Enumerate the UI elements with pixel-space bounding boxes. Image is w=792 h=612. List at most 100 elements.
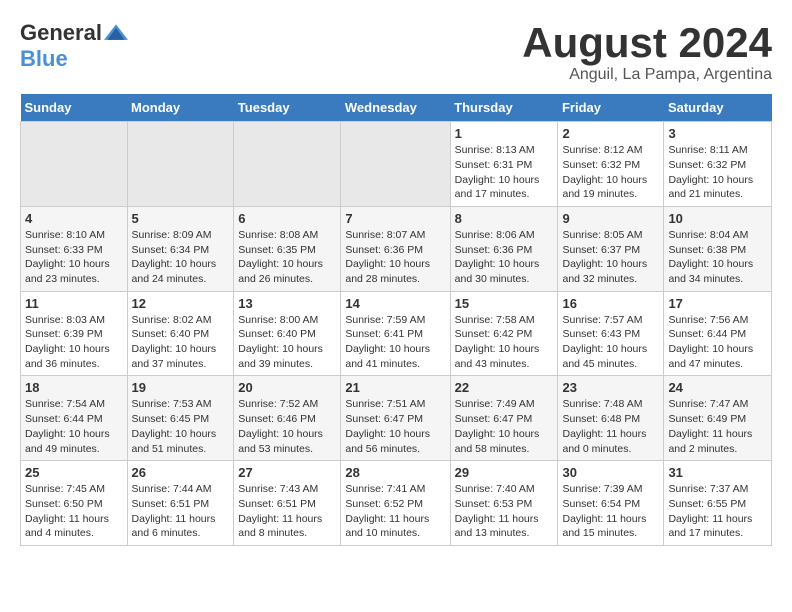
col-saturday: Saturday: [664, 94, 772, 122]
table-row: 23 Sunrise: 7:48 AM Sunset: 6:48 PM Dayli…: [558, 376, 664, 461]
day-number: 19: [132, 380, 230, 395]
day-detail: Sunrise: 7:43 AM Sunset: 6:51 PM Dayligh…: [238, 482, 336, 541]
table-row: 1Sunrise: 8:13 AM Sunset: 6:31 PM Daylig…: [450, 122, 558, 207]
calendar-table: Sunday Monday Tuesday Wednesday Thursday…: [20, 94, 772, 546]
logo: General Blue: [20, 20, 128, 72]
day-detail: Sunrise: 7:41 AM Sunset: 6:52 PM Dayligh…: [345, 482, 445, 541]
day-detail: Sunrise: 8:03 AM Sunset: 6:39 PM Dayligh…: [25, 313, 123, 372]
day-detail: Sunrise: 8:11 AM Sunset: 6:32 PM Dayligh…: [668, 143, 767, 202]
day-detail: Sunrise: 7:47 AM Sunset: 6:49 PM Dayligh…: [668, 397, 767, 456]
day-number: 28: [345, 465, 445, 480]
day-number: 22: [455, 380, 554, 395]
col-friday: Friday: [558, 94, 664, 122]
title-section: August 2024 Anguil, La Pampa, Argentina: [522, 20, 772, 84]
table-row: 22 Sunrise: 7:49 AM Sunset: 6:47 PM Dayli…: [450, 376, 558, 461]
day-detail: Sunrise: 7:54 AM Sunset: 6:44 PM Dayligh…: [25, 397, 123, 456]
day-detail: Sunrise: 8:00 AM Sunset: 6:40 PM Dayligh…: [238, 313, 336, 372]
calendar-header: Sunday Monday Tuesday Wednesday Thursday…: [21, 94, 772, 122]
table-row: 12Sunrise: 8:02 AM Sunset: 6:40 PM Dayli…: [127, 291, 234, 376]
day-number: 31: [668, 465, 767, 480]
day-detail: Sunrise: 8:04 AM Sunset: 6:38 PM Dayligh…: [668, 228, 767, 287]
table-row: 17 Sunrise: 7:56 AM Sunset: 6:44 PM Dayli…: [664, 291, 772, 376]
day-detail: Sunrise: 7:56 AM Sunset: 6:44 PM Dayligh…: [668, 313, 767, 372]
table-row: 15Sunrise: 7:58 AM Sunset: 6:42 PM Dayli…: [450, 291, 558, 376]
table-row: 31 Sunrise: 7:37 AM Sunset: 6:55 PM Dayli…: [664, 461, 772, 546]
col-monday: Monday: [127, 94, 234, 122]
col-thursday: Thursday: [450, 94, 558, 122]
day-number: 5: [132, 211, 230, 226]
day-number: 16: [562, 296, 659, 311]
table-row: 28 Sunrise: 7:41 AM Sunset: 6:52 PM Dayli…: [341, 461, 450, 546]
table-row: 18 Sunrise: 7:54 AM Sunset: 6:44 PM Dayli…: [21, 376, 128, 461]
calendar-week-row: 11 Sunrise: 8:03 AM Sunset: 6:39 PM Dayli…: [21, 291, 772, 376]
day-number: 10: [668, 211, 767, 226]
table-row: 24 Sunrise: 7:47 AM Sunset: 6:49 PM Dayli…: [664, 376, 772, 461]
calendar-body: 1Sunrise: 8:13 AM Sunset: 6:31 PM Daylig…: [21, 122, 772, 546]
table-row: 20 Sunrise: 7:52 AM Sunset: 6:46 PM Dayli…: [234, 376, 341, 461]
day-detail: Sunrise: 8:09 AM Sunset: 6:34 PM Dayligh…: [132, 228, 230, 287]
day-detail: Sunrise: 7:49 AM Sunset: 6:47 PM Dayligh…: [455, 397, 554, 456]
table-row: 10 Sunrise: 8:04 AM Sunset: 6:38 PM Dayli…: [664, 206, 772, 291]
calendar-week-row: 1Sunrise: 8:13 AM Sunset: 6:31 PM Daylig…: [21, 122, 772, 207]
day-number: 24: [668, 380, 767, 395]
day-detail: Sunrise: 7:45 AM Sunset: 6:50 PM Dayligh…: [25, 482, 123, 541]
day-detail: Sunrise: 7:59 AM Sunset: 6:41 PM Dayligh…: [345, 313, 445, 372]
table-row: 2 Sunrise: 8:12 AM Sunset: 6:32 PM Daylig…: [558, 122, 664, 207]
calendar-week-row: 25 Sunrise: 7:45 AM Sunset: 6:50 PM Dayli…: [21, 461, 772, 546]
day-detail: Sunrise: 7:37 AM Sunset: 6:55 PM Dayligh…: [668, 482, 767, 541]
day-detail: Sunrise: 7:57 AM Sunset: 6:43 PM Dayligh…: [562, 313, 659, 372]
day-number: 18: [25, 380, 123, 395]
day-number: 27: [238, 465, 336, 480]
table-row: 6 Sunrise: 8:08 AM Sunset: 6:35 PM Daylig…: [234, 206, 341, 291]
day-number: 6: [238, 211, 336, 226]
logo-icon: [104, 21, 128, 45]
day-number: 11: [25, 296, 123, 311]
table-row: 19 Sunrise: 7:53 AM Sunset: 6:45 PM Dayli…: [127, 376, 234, 461]
day-detail: Sunrise: 7:53 AM Sunset: 6:45 PM Dayligh…: [132, 397, 230, 456]
table-row: 25 Sunrise: 7:45 AM Sunset: 6:50 PM Dayli…: [21, 461, 128, 546]
day-detail: Sunrise: 8:12 AM Sunset: 6:32 PM Dayligh…: [562, 143, 659, 202]
table-row: 16 Sunrise: 7:57 AM Sunset: 6:43 PM Dayli…: [558, 291, 664, 376]
day-detail: Sunrise: 7:52 AM Sunset: 6:46 PM Dayligh…: [238, 397, 336, 456]
day-number: 29: [455, 465, 554, 480]
day-number: 1: [455, 126, 554, 141]
day-number: 17: [668, 296, 767, 311]
day-number: 2: [562, 126, 659, 141]
table-row: [234, 122, 341, 207]
table-row: 29Sunrise: 7:40 AM Sunset: 6:53 PM Dayli…: [450, 461, 558, 546]
day-detail: Sunrise: 7:51 AM Sunset: 6:47 PM Dayligh…: [345, 397, 445, 456]
day-number: 3: [668, 126, 767, 141]
day-number: 26: [132, 465, 230, 480]
day-number: 21: [345, 380, 445, 395]
day-number: 13: [238, 296, 336, 311]
day-detail: Sunrise: 8:07 AM Sunset: 6:36 PM Dayligh…: [345, 228, 445, 287]
day-detail: Sunrise: 7:58 AM Sunset: 6:42 PM Dayligh…: [455, 313, 554, 372]
day-number: 7: [345, 211, 445, 226]
table-row: 3 Sunrise: 8:11 AM Sunset: 6:32 PM Daylig…: [664, 122, 772, 207]
day-detail: Sunrise: 8:06 AM Sunset: 6:36 PM Dayligh…: [455, 228, 554, 287]
month-year-title: August 2024: [522, 20, 772, 66]
day-detail: Sunrise: 7:48 AM Sunset: 6:48 PM Dayligh…: [562, 397, 659, 456]
calendar-week-row: 4Sunrise: 8:10 AM Sunset: 6:33 PM Daylig…: [21, 206, 772, 291]
table-row: 7 Sunrise: 8:07 AM Sunset: 6:36 PM Daylig…: [341, 206, 450, 291]
table-row: 26Sunrise: 7:44 AM Sunset: 6:51 PM Dayli…: [127, 461, 234, 546]
day-detail: Sunrise: 8:10 AM Sunset: 6:33 PM Dayligh…: [25, 228, 123, 287]
table-row: 14 Sunrise: 7:59 AM Sunset: 6:41 PM Dayli…: [341, 291, 450, 376]
header-row: Sunday Monday Tuesday Wednesday Thursday…: [21, 94, 772, 122]
day-detail: Sunrise: 8:05 AM Sunset: 6:37 PM Dayligh…: [562, 228, 659, 287]
col-sunday: Sunday: [21, 94, 128, 122]
day-number: 14: [345, 296, 445, 311]
col-wednesday: Wednesday: [341, 94, 450, 122]
day-number: 8: [455, 211, 554, 226]
day-number: 12: [132, 296, 230, 311]
table-row: 21 Sunrise: 7:51 AM Sunset: 6:47 PM Dayli…: [341, 376, 450, 461]
day-number: 25: [25, 465, 123, 480]
day-number: 30: [562, 465, 659, 480]
table-row: 9Sunrise: 8:05 AM Sunset: 6:37 PM Daylig…: [558, 206, 664, 291]
day-detail: Sunrise: 8:08 AM Sunset: 6:35 PM Dayligh…: [238, 228, 336, 287]
table-row: 11 Sunrise: 8:03 AM Sunset: 6:39 PM Dayli…: [21, 291, 128, 376]
day-number: 23: [562, 380, 659, 395]
day-number: 20: [238, 380, 336, 395]
location-text: Anguil, La Pampa, Argentina: [522, 66, 772, 84]
table-row: 4Sunrise: 8:10 AM Sunset: 6:33 PM Daylig…: [21, 206, 128, 291]
